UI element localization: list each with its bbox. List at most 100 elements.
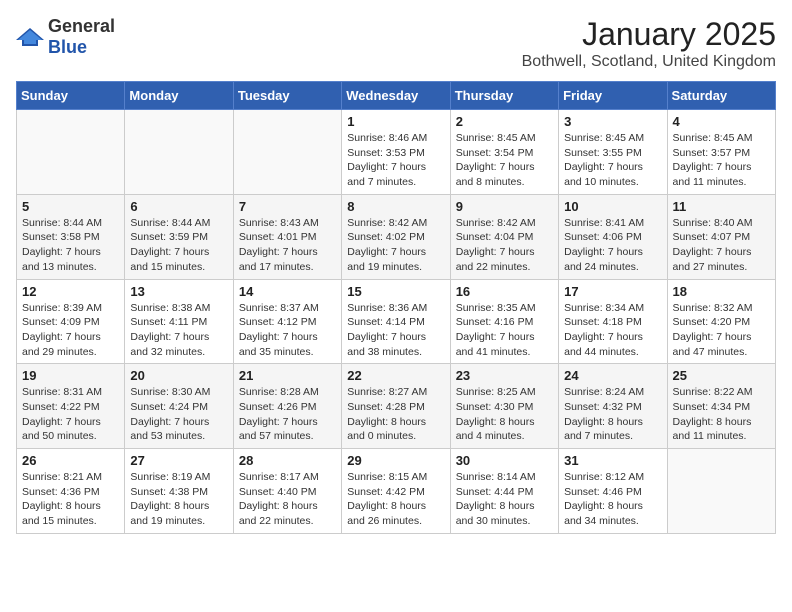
day-info: Sunrise: 8:19 AM Sunset: 4:38 PM Dayligh… — [130, 470, 227, 529]
day-number: 2 — [456, 114, 553, 129]
day-info: Sunrise: 8:45 AM Sunset: 3:57 PM Dayligh… — [673, 131, 770, 190]
calendar-week-row: 5 Sunrise: 8:44 AM Sunset: 3:58 PM Daylig… — [17, 194, 776, 279]
page-header: General Blue January 2025 Bothwell, Scot… — [16, 16, 776, 71]
calendar-cell: 3 Sunrise: 8:45 AM Sunset: 3:55 PM Daylig… — [559, 110, 667, 195]
day-info: Sunrise: 8:46 AM Sunset: 3:53 PM Dayligh… — [347, 131, 444, 190]
weekday-header: Monday — [125, 82, 233, 110]
day-info: Sunrise: 8:31 AM Sunset: 4:22 PM Dayligh… — [22, 385, 119, 444]
calendar-cell: 13Sunrise: 8:38 AM Sunset: 4:11 PM Dayli… — [125, 279, 233, 364]
calendar-cell: 2 Sunrise: 8:45 AM Sunset: 3:54 PM Daylig… — [450, 110, 558, 195]
day-number: 31 — [564, 453, 661, 468]
calendar-cell — [233, 110, 341, 195]
calendar-cell: 30 Sunrise: 8:14 AM Sunset: 4:44 PM Dayli… — [450, 449, 558, 534]
day-number: 23 — [456, 368, 553, 383]
day-info: Sunrise: 8:43 AM Sunset: 4:01 PM Dayligh… — [239, 216, 336, 275]
day-info: Sunrise: 8:37 AM Sunset: 4:12 PM Dayligh… — [239, 301, 336, 360]
calendar-cell: 4 Sunrise: 8:45 AM Sunset: 3:57 PM Daylig… — [667, 110, 775, 195]
calendar-cell: 26 Sunrise: 8:21 AM Sunset: 4:36 PM Dayli… — [17, 449, 125, 534]
day-number: 26 — [22, 453, 119, 468]
day-info: Sunrise: 8:30 AM Sunset: 4:24 PM Dayligh… — [130, 385, 227, 444]
day-number: 27 — [130, 453, 227, 468]
day-info: Sunrise: 8:24 AM Sunset: 4:32 PM Dayligh… — [564, 385, 661, 444]
day-info: Sunrise: 8:40 AM Sunset: 4:07 PM Dayligh… — [673, 216, 770, 275]
calendar-cell — [125, 110, 233, 195]
location-title: Bothwell, Scotland, United Kingdom — [522, 53, 776, 71]
day-number: 14 — [239, 284, 336, 299]
day-number: 16 — [456, 284, 553, 299]
day-info: Sunrise: 8:15 AM Sunset: 4:42 PM Dayligh… — [347, 470, 444, 529]
day-info: Sunrise: 8:36 AM Sunset: 4:14 PM Dayligh… — [347, 301, 444, 360]
calendar-cell: 12 Sunrise: 8:39 AM Sunset: 4:09 PM Dayli… — [17, 279, 125, 364]
day-info: Sunrise: 8:17 AM Sunset: 4:40 PM Dayligh… — [239, 470, 336, 529]
calendar-cell: 14 Sunrise: 8:37 AM Sunset: 4:12 PM Dayli… — [233, 279, 341, 364]
day-number: 25 — [673, 368, 770, 383]
day-info: Sunrise: 8:12 AM Sunset: 4:46 PM Dayligh… — [564, 470, 661, 529]
calendar-cell: 28 Sunrise: 8:17 AM Sunset: 4:40 PM Dayli… — [233, 449, 341, 534]
day-number: 10 — [564, 199, 661, 214]
day-info: Sunrise: 8:45 AM Sunset: 3:54 PM Dayligh… — [456, 131, 553, 190]
calendar-cell: 7 Sunrise: 8:43 AM Sunset: 4:01 PM Daylig… — [233, 194, 341, 279]
day-info: Sunrise: 8:14 AM Sunset: 4:44 PM Dayligh… — [456, 470, 553, 529]
calendar-header-row: SundayMondayTuesdayWednesdayThursdayFrid… — [17, 82, 776, 110]
day-info: Sunrise: 8:22 AM Sunset: 4:34 PM Dayligh… — [673, 385, 770, 444]
day-number: 22 — [347, 368, 444, 383]
calendar-cell: 15 Sunrise: 8:36 AM Sunset: 4:14 PM Dayli… — [342, 279, 450, 364]
logo-icon — [16, 26, 44, 48]
calendar-week-row: 1 Sunrise: 8:46 AM Sunset: 3:53 PM Daylig… — [17, 110, 776, 195]
day-info: Sunrise: 8:42 AM Sunset: 4:04 PM Dayligh… — [456, 216, 553, 275]
day-info: Sunrise: 8:39 AM Sunset: 4:09 PM Dayligh… — [22, 301, 119, 360]
day-number: 24 — [564, 368, 661, 383]
day-info: Sunrise: 8:34 AM Sunset: 4:18 PM Dayligh… — [564, 301, 661, 360]
day-number: 6 — [130, 199, 227, 214]
day-info: Sunrise: 8:35 AM Sunset: 4:16 PM Dayligh… — [456, 301, 553, 360]
calendar-cell: 19Sunrise: 8:31 AM Sunset: 4:22 PM Dayli… — [17, 364, 125, 449]
calendar-cell — [17, 110, 125, 195]
month-title: January 2025 — [522, 16, 776, 53]
day-info: Sunrise: 8:25 AM Sunset: 4:30 PM Dayligh… — [456, 385, 553, 444]
day-number: 28 — [239, 453, 336, 468]
weekday-header: Saturday — [667, 82, 775, 110]
day-info: Sunrise: 8:21 AM Sunset: 4:36 PM Dayligh… — [22, 470, 119, 529]
day-info: Sunrise: 8:44 AM Sunset: 3:59 PM Dayligh… — [130, 216, 227, 275]
day-number: 3 — [564, 114, 661, 129]
day-number: 1 — [347, 114, 444, 129]
calendar-week-row: 19Sunrise: 8:31 AM Sunset: 4:22 PM Dayli… — [17, 364, 776, 449]
calendar-cell: 21 Sunrise: 8:28 AM Sunset: 4:26 PM Dayli… — [233, 364, 341, 449]
day-info: Sunrise: 8:45 AM Sunset: 3:55 PM Dayligh… — [564, 131, 661, 190]
day-number: 7 — [239, 199, 336, 214]
weekday-header: Tuesday — [233, 82, 341, 110]
calendar-cell: 10 Sunrise: 8:41 AM Sunset: 4:06 PM Dayli… — [559, 194, 667, 279]
logo: General Blue — [16, 16, 115, 58]
calendar-cell: 6 Sunrise: 8:44 AM Sunset: 3:59 PM Daylig… — [125, 194, 233, 279]
day-info: Sunrise: 8:41 AM Sunset: 4:06 PM Dayligh… — [564, 216, 661, 275]
day-info: Sunrise: 8:28 AM Sunset: 4:26 PM Dayligh… — [239, 385, 336, 444]
calendar-cell: 22Sunrise: 8:27 AM Sunset: 4:28 PM Dayli… — [342, 364, 450, 449]
calendar-cell: 25 Sunrise: 8:22 AM Sunset: 4:34 PM Dayli… — [667, 364, 775, 449]
day-number: 9 — [456, 199, 553, 214]
day-number: 15 — [347, 284, 444, 299]
calendar-cell: 11 Sunrise: 8:40 AM Sunset: 4:07 PM Dayli… — [667, 194, 775, 279]
day-number: 12 — [22, 284, 119, 299]
calendar-table: SundayMondayTuesdayWednesdayThursdayFrid… — [16, 81, 776, 534]
day-number: 8 — [347, 199, 444, 214]
day-info: Sunrise: 8:42 AM Sunset: 4:02 PM Dayligh… — [347, 216, 444, 275]
calendar-week-row: 26 Sunrise: 8:21 AM Sunset: 4:36 PM Dayli… — [17, 449, 776, 534]
weekday-header: Thursday — [450, 82, 558, 110]
day-number: 4 — [673, 114, 770, 129]
calendar-cell: 24 Sunrise: 8:24 AM Sunset: 4:32 PM Dayli… — [559, 364, 667, 449]
day-number: 11 — [673, 199, 770, 214]
calendar-cell: 1 Sunrise: 8:46 AM Sunset: 3:53 PM Daylig… — [342, 110, 450, 195]
day-number: 21 — [239, 368, 336, 383]
day-number: 13 — [130, 284, 227, 299]
day-number: 30 — [456, 453, 553, 468]
calendar-cell: 29 Sunrise: 8:15 AM Sunset: 4:42 PM Dayli… — [342, 449, 450, 534]
calendar-cell: 20Sunrise: 8:30 AM Sunset: 4:24 PM Dayli… — [125, 364, 233, 449]
day-info: Sunrise: 8:44 AM Sunset: 3:58 PM Dayligh… — [22, 216, 119, 275]
calendar-cell: 27 Sunrise: 8:19 AM Sunset: 4:38 PM Dayli… — [125, 449, 233, 534]
logo-general: General — [48, 16, 115, 36]
day-number: 17 — [564, 284, 661, 299]
day-number: 5 — [22, 199, 119, 214]
day-number: 29 — [347, 453, 444, 468]
title-block: January 2025 Bothwell, Scotland, United … — [522, 16, 776, 71]
day-number: 18 — [673, 284, 770, 299]
